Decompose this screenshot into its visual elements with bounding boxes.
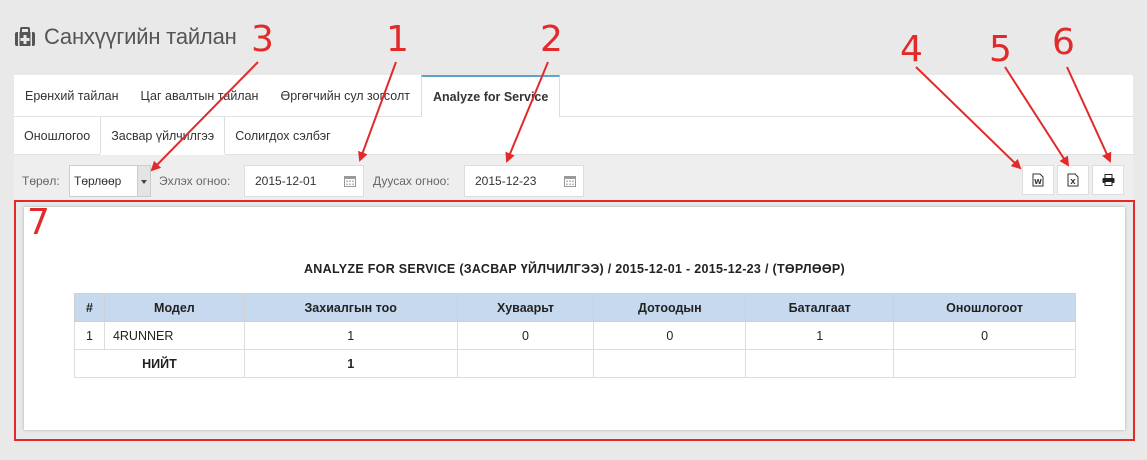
tab-diagnosis[interactable]: Оношлогоо	[14, 117, 100, 155]
column-header: Дотоодын	[593, 293, 747, 322]
end-date-value: 2015-12-23	[475, 174, 537, 188]
page-header: Санхүүгийн тайлан	[14, 20, 237, 54]
table-cell: 1	[243, 321, 458, 350]
page-title: Санхүүгийн тайлан	[44, 24, 237, 49]
table-cell: 0	[893, 321, 1076, 350]
table-row: 1 4RUNNER 1 0 0 1 0	[74, 321, 1076, 350]
annotation-number-2: 2	[540, 19, 563, 60]
table-cell: 1	[745, 321, 895, 350]
annotation-number-7: 7	[27, 202, 50, 243]
type-select[interactable]: Төрлөөр	[69, 165, 151, 197]
print-icon	[1102, 174, 1114, 186]
total-value: 1	[243, 349, 458, 378]
medkit-icon	[14, 27, 36, 47]
excel-export-icon: X	[1067, 173, 1079, 187]
calendar-icon[interactable]	[344, 175, 356, 187]
type-select-value: Төрлөөр	[74, 174, 122, 188]
column-header: Баталгаат	[745, 293, 895, 322]
table-cell: 0	[456, 321, 595, 350]
sub-tabs: Оношлогоо Засвар үйлчилгээ Солигдох сэлб…	[14, 117, 1133, 155]
caret-down-icon[interactable]	[137, 166, 150, 196]
annotation-number-4: 4	[900, 29, 923, 70]
tab-maintenance[interactable]: Засвар үйлчилгээ	[100, 117, 226, 155]
tab-spare-parts[interactable]: Солигдох сэлбэг	[225, 117, 341, 155]
tab-general-report[interactable]: Ерөнхий тайлан	[14, 75, 130, 117]
table-cell: 4RUNNER	[103, 321, 245, 350]
table-total-row: НИЙТ 1	[74, 349, 1076, 378]
export-word-button[interactable]: W	[1022, 165, 1054, 195]
start-date-input[interactable]: 2015-12-01	[244, 165, 364, 197]
word-export-icon: W	[1032, 173, 1044, 187]
end-date-label: Дуусах огноо:	[373, 174, 450, 188]
tab-analyze-for-service[interactable]: Analyze for Service	[420, 75, 561, 117]
table-cell: 0	[593, 321, 747, 350]
column-header: Хуваарьт	[456, 293, 595, 322]
report-table: # Модел Захиалгын тоо Хуваарьт Дотоодын …	[74, 293, 1076, 378]
report-panel: ANALYZE FOR SERVICE (ЗАСВАР ҮЙЛЧИЛГЭЭ) /…	[24, 207, 1125, 430]
total-label: НИЙТ	[74, 349, 245, 378]
annotation-number-3: 3	[251, 19, 274, 60]
start-date-value: 2015-12-01	[255, 174, 317, 188]
column-header: #	[74, 293, 105, 322]
start-date-label: Эхлэх огноо:	[159, 174, 231, 188]
tab-lift-idle[interactable]: Өргөгчийн сул зогсолт	[269, 75, 421, 117]
table-header-row: # Модел Захиалгын тоо Хуваарьт Дотоодын …	[74, 293, 1076, 322]
annotation-number-6: 6	[1052, 22, 1075, 63]
annotation-number-5: 5	[989, 29, 1012, 70]
filter-bar: Төрөл: Төрлөөр Эхлэх огноо: 2015-12-01 Д…	[14, 155, 1133, 201]
main-tabs: Ерөнхий тайлан Цаг авалтын тайлан Өргөгч…	[14, 75, 1133, 117]
export-excel-button[interactable]: X	[1057, 165, 1089, 195]
column-header: Оношлогоот	[893, 293, 1076, 322]
svg-text:X: X	[1070, 178, 1076, 186]
type-label: Төрөл:	[22, 174, 60, 188]
column-header: Модел	[103, 293, 245, 322]
svg-text:W: W	[1034, 178, 1042, 186]
annotation-number-1: 1	[386, 19, 409, 60]
column-header: Захиалгын тоо	[243, 293, 458, 322]
end-date-input[interactable]: 2015-12-23	[464, 165, 584, 197]
table-cell: 1	[74, 321, 105, 350]
tab-appointment-report[interactable]: Цаг авалтын тайлан	[130, 75, 270, 117]
print-button[interactable]	[1092, 165, 1124, 195]
calendar-icon[interactable]	[564, 175, 576, 187]
report-title: ANALYZE FOR SERVICE (ЗАСВАР ҮЙЛЧИЛГЭЭ) /…	[303, 262, 845, 276]
